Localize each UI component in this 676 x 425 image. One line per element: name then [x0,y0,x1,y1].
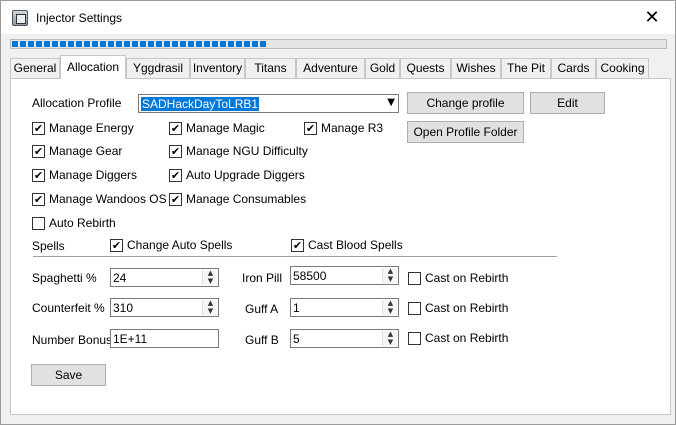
chevron-down-icon[interactable]: ▼ [387,97,395,108]
spin-up-icon[interactable]: ▲ [383,330,398,338]
guff-a-stepper[interactable]: 1 ▲ ▼ [290,298,399,317]
tab-allocation[interactable]: Allocation [60,55,126,79]
allocation-profile-dropdown[interactable]: SADHackDayToLRB1 ▼ [138,94,399,113]
tab-wishes[interactable]: Wishes [451,58,501,78]
spin-down-icon[interactable]: ▼ [383,307,398,315]
check-icon[interactable]: ✔ [32,169,45,182]
guff-b-value[interactable]: 5 [293,332,300,346]
checkbox-box[interactable] [408,272,421,285]
spin-down-icon[interactable]: ▼ [383,338,398,346]
number-bonus-label: Number Bonus [32,333,113,347]
guff-b-stepper[interactable]: 5 ▲ ▼ [290,329,399,348]
spin-buttons[interactable]: ▲ ▼ [202,269,218,285]
title-bar[interactable]: Injector Settings ✕ [1,1,675,34]
settings-window: Injector Settings ✕ General Allocation Y… [0,0,676,425]
close-button[interactable]: ✕ [629,1,675,34]
guff-a-label: Guff A [245,302,279,316]
spin-up-icon[interactable]: ▲ [383,267,398,275]
check-icon[interactable]: ✔ [169,169,182,182]
check-icon[interactable]: ✔ [169,145,182,158]
spin-buttons[interactable]: ▲ ▼ [202,299,218,315]
manage-wandoos-os-label: Manage Wandoos OS [49,192,167,206]
manage-magic-label: Manage Magic [186,121,265,135]
allocation-profile-value: SADHackDayToLRB1 [141,97,260,111]
auto-upgrade-diggers-label: Auto Upgrade Diggers [186,168,305,182]
spaghetti-stepper[interactable]: 24 ▲ ▼ [110,268,219,287]
spin-up-icon[interactable]: ▲ [203,299,218,307]
open-profile-folder-button[interactable]: Open Profile Folder [407,121,524,143]
counterfeit-value[interactable]: 310 [113,301,133,315]
tab-inventory[interactable]: Inventory [190,58,245,78]
tab-the-pit[interactable]: The Pit [501,58,551,78]
tab-quests[interactable]: Quests [400,58,451,78]
spells-label: Spells [32,239,65,253]
spin-down-icon[interactable]: ▼ [203,307,218,315]
guff-b-cast-on-rebirth-label: Cast on Rebirth [425,331,509,345]
spin-up-icon[interactable]: ▲ [383,299,398,307]
manage-r3-label: Manage R3 [321,121,384,135]
progress-bar-fill [12,41,268,47]
tab-yggdrasil[interactable]: Yggdrasil [126,58,190,78]
tab-cards[interactable]: Cards [551,58,596,78]
iron-pill-stepper[interactable]: 58500 ▲ ▼ [290,266,399,285]
counterfeit-label: Counterfeit % [32,301,105,315]
guff-b-label: Guff B [245,333,279,347]
manage-energy-label: Manage Energy [49,121,134,135]
tab-general[interactable]: General [10,58,60,78]
check-icon[interactable]: ✔ [291,239,304,252]
manage-diggers-label: Manage Diggers [49,168,138,182]
checkbox-box[interactable] [408,302,421,315]
spin-up-icon[interactable]: ▲ [203,269,218,277]
edit-button[interactable]: Edit [530,92,605,114]
tab-titans[interactable]: Titans [245,58,296,78]
check-icon[interactable]: ✔ [304,122,317,135]
spells-separator [33,256,557,257]
spin-buttons[interactable]: ▲ ▼ [382,299,398,315]
iron-pill-value[interactable]: 58500 [293,269,326,283]
counterfeit-stepper[interactable]: 310 ▲ ▼ [110,298,219,317]
spin-down-icon[interactable]: ▼ [203,277,218,285]
auto-rebirth-label: Auto Rebirth [49,216,116,230]
spin-buttons[interactable]: ▲ ▼ [382,267,398,283]
manage-consumables-label: Manage Consumables [186,192,307,206]
check-icon[interactable]: ✔ [32,193,45,206]
check-icon[interactable]: ✔ [32,145,45,158]
allocation-profile-label: Allocation Profile [32,96,122,110]
cast-blood-spells-label: Cast Blood Spells [308,238,403,252]
spaghetti-label: Spaghetti % [32,271,97,285]
spin-down-icon[interactable]: ▼ [383,275,398,283]
iron-pill-cast-on-rebirth-label: Cast on Rebirth [425,271,509,285]
change-profile-button[interactable]: Change profile [407,92,524,114]
progress-bar [10,39,667,49]
guff-a-cast-on-rebirth-label: Cast on Rebirth [425,301,509,315]
spaghetti-value[interactable]: 24 [113,271,126,285]
number-bonus-input[interactable]: 1E+11 [110,329,219,348]
check-icon[interactable]: ✔ [32,122,45,135]
manage-gear-label: Manage Gear [49,144,123,158]
spin-buttons[interactable]: ▲ ▼ [382,330,398,346]
number-bonus-value[interactable]: 1E+11 [113,332,147,346]
checkbox-box[interactable] [408,332,421,345]
tab-adventure[interactable]: Adventure [296,58,365,78]
check-icon[interactable]: ✔ [169,193,182,206]
tab-cooking[interactable]: Cooking [596,58,649,78]
check-icon[interactable]: ✔ [110,239,123,252]
save-button[interactable]: Save [31,364,106,386]
checkbox-box[interactable] [32,217,45,230]
window-title: Injector Settings [36,11,123,25]
tab-gold[interactable]: Gold [365,58,400,78]
change-auto-spells-label: Change Auto Spells [127,238,233,252]
iron-pill-label: Iron Pill [242,271,283,285]
app-icon [12,10,28,26]
guff-a-value[interactable]: 1 [293,301,300,315]
check-icon[interactable]: ✔ [169,122,182,135]
manage-ngu-difficulty-label: Manage NGU Difficulty [186,144,308,158]
